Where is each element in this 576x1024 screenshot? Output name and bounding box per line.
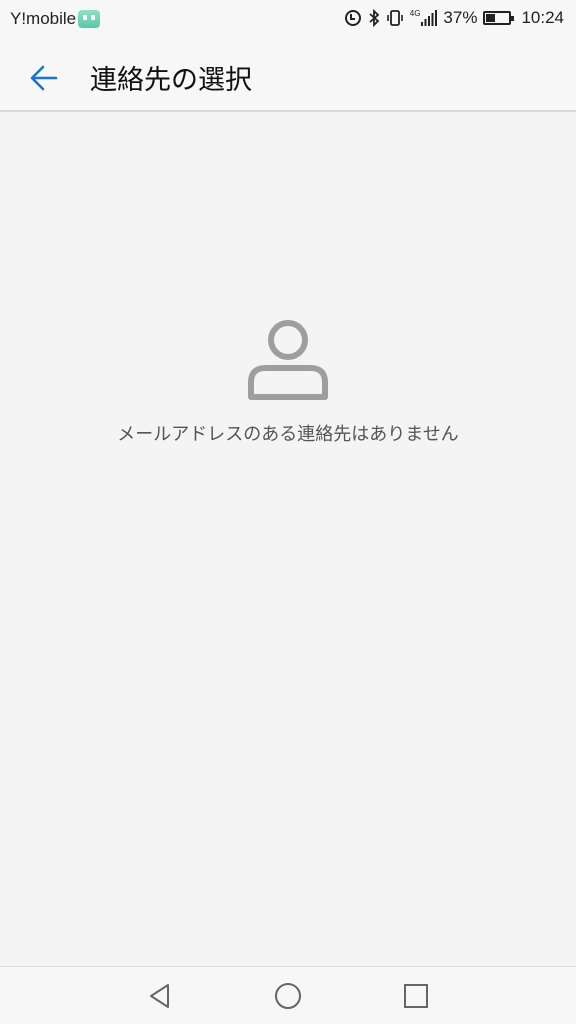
data-saver-icon xyxy=(344,10,361,26)
circle-home-icon xyxy=(275,983,301,1009)
back-button[interactable] xyxy=(22,56,66,100)
battery-icon xyxy=(483,11,515,25)
signal-icon xyxy=(421,10,438,26)
status-icons: 4G 37% 10:24 xyxy=(344,8,564,28)
carrier-mascot-icon xyxy=(78,10,101,28)
empty-message: メールアドレスのある連絡先はありません xyxy=(117,424,459,445)
person-icon xyxy=(248,320,328,400)
bluetooth-icon xyxy=(369,9,380,27)
nav-back-button[interactable] xyxy=(143,979,177,1013)
carrier: Y!mobile xyxy=(10,9,101,29)
status-bar: Y!mobile 4G 37% 10:24 xyxy=(0,0,576,40)
battery-percent: 37% xyxy=(443,8,478,27)
vibrate-icon xyxy=(386,10,403,26)
network-type-label: 4G xyxy=(409,9,421,18)
battery-fill xyxy=(486,14,496,22)
carrier-name: Y!mobile xyxy=(10,9,77,28)
nav-recent-apps-button[interactable] xyxy=(399,979,433,1013)
contact-list-empty: メールアドレスのある連絡先はありません xyxy=(0,114,576,966)
clock: 10:24 xyxy=(521,8,564,27)
triangle-back-icon xyxy=(150,984,169,1008)
arrow-left-icon xyxy=(30,65,58,91)
navigation-bar xyxy=(0,966,576,1024)
page-title: 連絡先の選択 xyxy=(90,65,252,96)
nav-home-button[interactable] xyxy=(271,979,305,1013)
network-indicator: 4G xyxy=(410,10,438,26)
square-recent-icon xyxy=(404,984,428,1008)
app-bar: 連絡先の選択 xyxy=(0,40,576,112)
